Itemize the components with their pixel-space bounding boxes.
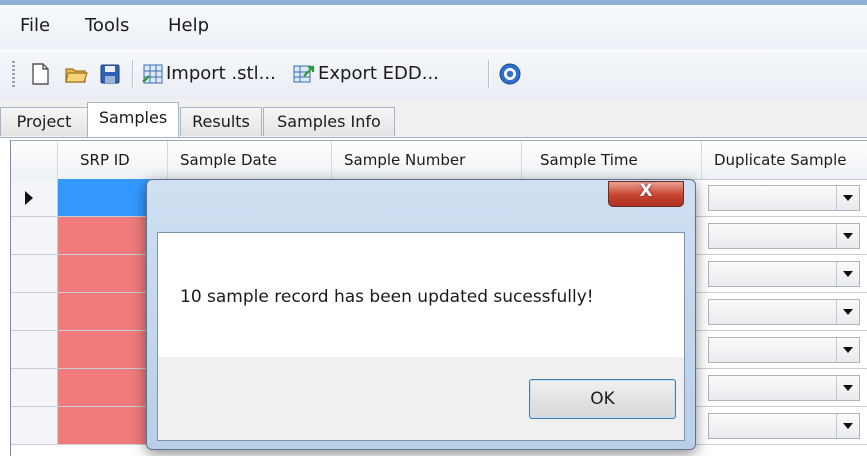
open-folder-icon[interactable] [64, 62, 88, 86]
menu-tools[interactable]: Tools [85, 15, 129, 36]
close-button[interactable]: X [608, 181, 684, 207]
row-header-corner [11, 141, 58, 179]
chevron-down-icon[interactable] [836, 300, 859, 324]
chevron-down-icon[interactable] [836, 186, 859, 210]
save-icon[interactable] [98, 62, 122, 86]
tab-results[interactable]: Results [180, 107, 262, 136]
column-header-sample-time[interactable]: Sample Time [522, 141, 702, 179]
duplicate-sample-dropdown[interactable] [708, 413, 860, 439]
dialog-message: 10 sample record has been updated sucess… [180, 287, 594, 307]
row-selector[interactable] [11, 293, 58, 330]
menu-file[interactable]: File [20, 15, 50, 36]
chevron-down-icon[interactable] [836, 224, 859, 248]
tab-samples-info[interactable]: Samples Info [263, 107, 395, 136]
new-file-icon[interactable] [28, 62, 52, 86]
import-stl-button[interactable]: Import .stl... [166, 63, 276, 84]
chevron-down-icon[interactable] [836, 414, 859, 438]
close-icon: X [639, 181, 653, 201]
toolbar: Import .stl... Export EDD... [0, 49, 867, 99]
dialog-body: 10 sample record has been updated sucess… [157, 232, 685, 441]
tab-samples[interactable]: Samples [87, 102, 179, 137]
row-selector[interactable] [11, 217, 58, 254]
column-header-sample-number[interactable]: Sample Number [332, 141, 522, 179]
row-selector[interactable] [11, 407, 58, 444]
duplicate-sample-dropdown[interactable] [708, 375, 860, 401]
toolbar-grip[interactable] [12, 61, 15, 87]
column-header-srp-id[interactable]: SRP ID [58, 141, 168, 179]
export-edd-button[interactable]: Export EDD... [318, 63, 439, 84]
duplicate-sample-dropdown[interactable] [708, 261, 860, 287]
chevron-down-icon[interactable] [836, 262, 859, 286]
toolbar-separator [488, 60, 489, 88]
row-selector[interactable] [11, 331, 58, 368]
duplicate-sample-dropdown[interactable] [708, 185, 860, 211]
tab-project[interactable]: Project [0, 107, 88, 136]
ok-button[interactable]: OK [529, 379, 676, 419]
duplicate-sample-dropdown[interactable] [708, 299, 860, 325]
toolbar-separator [132, 60, 133, 88]
grid-header: SRP ID Sample Date Sample Number Sample … [11, 141, 867, 180]
menu-bar: File Tools Help [0, 5, 867, 49]
help-icon[interactable] [498, 62, 522, 86]
row-selector[interactable] [11, 255, 58, 292]
chevron-down-icon[interactable] [836, 338, 859, 362]
column-header-duplicate-sample[interactable]: Duplicate Sample [702, 141, 867, 179]
current-row-arrow-icon [25, 191, 33, 205]
import-stl-icon [142, 64, 163, 84]
column-header-sample-date[interactable]: Sample Date [168, 141, 332, 179]
duplicate-sample-dropdown[interactable] [708, 223, 860, 249]
message-dialog: X 10 sample record has been updated suce… [146, 179, 696, 450]
row-selector[interactable] [11, 179, 58, 216]
duplicate-sample-dropdown[interactable] [708, 337, 860, 363]
export-edd-icon [293, 65, 315, 83]
chevron-down-icon[interactable] [836, 376, 859, 400]
menu-help[interactable]: Help [168, 15, 209, 36]
tab-strip: Project Samples Results Samples Info [0, 99, 867, 138]
row-selector[interactable] [11, 369, 58, 406]
